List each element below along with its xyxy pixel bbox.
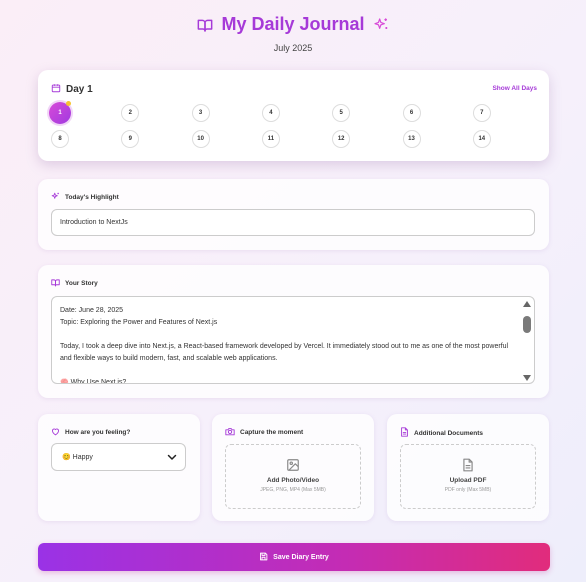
mood-selected-value: 😊 Happy — [62, 454, 93, 461]
scroll-thumb[interactable] — [523, 316, 531, 333]
highlight-input[interactable]: Introduction to NextJs — [51, 209, 535, 236]
highlight-label: Today's Highlight — [65, 194, 119, 201]
title-text: My Daily Journal — [221, 14, 365, 34]
image-icon — [226, 458, 360, 472]
photo-dropzone-subtitle: JPEG, PNG, MP4 (Max 5MB) — [260, 487, 326, 493]
page-subtitle: July 2025 — [273, 42, 313, 53]
save-icon — [259, 552, 268, 563]
current-day-header: Day 1 — [51, 83, 93, 96]
save-entry-button[interactable]: Save Diary Entry — [38, 543, 550, 571]
heart-icon — [51, 427, 60, 438]
story-textarea[interactable]: Date: June 28, 2025 Topic: Exploring the… — [51, 296, 535, 384]
mood-label: How are you feeling? — [65, 429, 131, 436]
save-button-label: Save Diary Entry — [273, 553, 329, 561]
day-button-5[interactable]: 5 — [332, 104, 351, 122]
day-button-3[interactable]: 3 — [191, 104, 210, 122]
page-title: My Daily Journal — [197, 14, 388, 35]
camera-icon — [225, 427, 235, 438]
day-button-2[interactable]: 2 — [121, 104, 140, 122]
day-button-7[interactable]: 7 — [472, 104, 491, 122]
entry-indicator-dot — [66, 101, 71, 106]
current-day-label: Day 1 — [66, 84, 93, 95]
documents-label-row: Additional Documents — [400, 427, 483, 439]
file-text-icon — [400, 427, 409, 439]
day-button-12[interactable]: 12 — [332, 130, 351, 148]
story-text: Date: June 28, 2025 Topic: Exploring the… — [60, 307, 509, 384]
highlight-label-row: Today's Highlight — [51, 192, 119, 203]
photo-label: Capture the moment — [240, 429, 304, 436]
day-button-10[interactable]: 10 — [191, 130, 210, 148]
pdf-dropzone-subtitle: PDF only (Max 5MB) — [444, 487, 492, 493]
sparkles-icon — [51, 192, 60, 203]
scroll-up-icon[interactable] — [523, 301, 531, 307]
sparkles-icon — [373, 17, 389, 33]
book-open-icon — [51, 278, 60, 289]
day-button-4[interactable]: 4 — [261, 104, 280, 122]
mood-select[interactable]: 😊 Happy — [51, 443, 186, 471]
book-open-icon — [197, 18, 213, 32]
day-button-11[interactable]: 11 — [261, 130, 280, 148]
story-label: Your Story — [65, 280, 98, 287]
highlight-card: Today's Highlight Introduction to NextJs — [38, 179, 549, 250]
photo-card: Capture the moment Add Photo/Video JPEG,… — [212, 414, 374, 521]
page-header: My Daily Journal July 2025 — [0, 0, 586, 53]
photo-dropzone-title: Add Photo/Video — [266, 477, 320, 484]
story-scrollbar[interactable] — [523, 301, 531, 381]
day-button-8[interactable]: 8 — [51, 130, 69, 148]
documents-label: Additional Documents — [414, 429, 483, 437]
story-card: Your Story Date: June 28, 2025 Topic: Ex… — [38, 265, 549, 398]
story-label-row: Your Story — [51, 278, 98, 289]
day-button-14[interactable]: 14 — [472, 130, 491, 148]
pdf-dropzone[interactable]: Upload PDF PDF only (Max 5MB) — [400, 444, 536, 509]
pdf-dropzone-title: Upload PDF — [449, 477, 487, 484]
day-selector-card: Day 1 Show All Days 1 2 3 4 5 6 7 8 9 10 11 12 13 14 — [38, 70, 549, 161]
mood-card: How are you feeling? 😊 Happy — [38, 414, 200, 521]
scroll-down-icon[interactable] — [523, 375, 531, 381]
calendar-icon — [51, 83, 61, 96]
day-button-13[interactable]: 13 — [402, 130, 421, 148]
day-button-9[interactable]: 9 — [121, 130, 140, 148]
file-icon — [401, 458, 535, 472]
chevron-down-icon — [166, 451, 178, 465]
photo-label-row: Capture the moment — [225, 427, 303, 438]
show-all-days-link[interactable]: Show All Days — [492, 85, 537, 92]
day-button-6[interactable]: 6 — [402, 104, 421, 122]
mood-label-row: How are you feeling? — [51, 427, 130, 438]
photo-dropzone[interactable]: Add Photo/Video JPEG, PNG, MP4 (Max 5MB) — [225, 444, 361, 509]
documents-card: Additional Documents Upload PDF PDF only… — [387, 414, 549, 521]
